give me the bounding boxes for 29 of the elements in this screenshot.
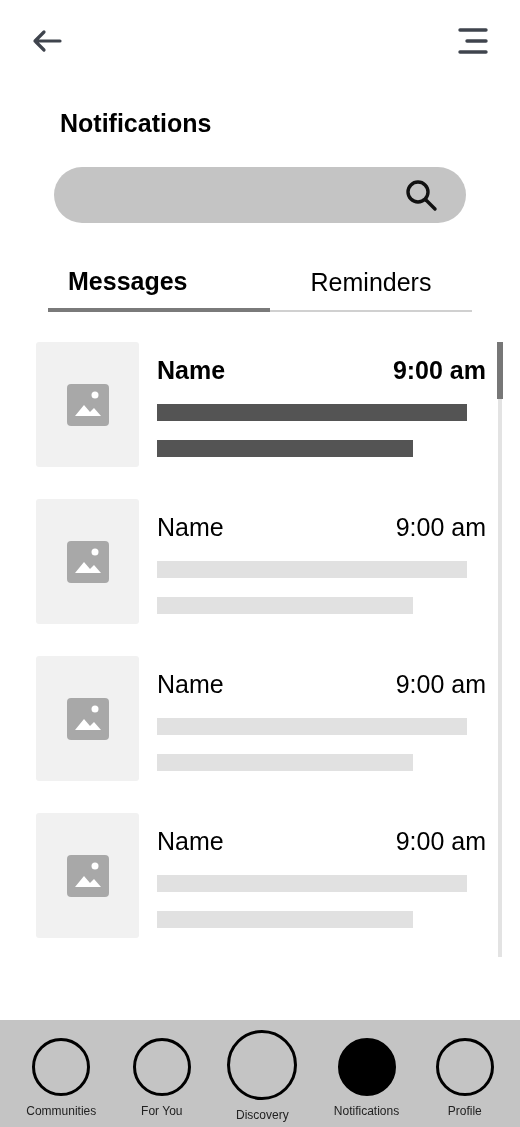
sender-name: Name <box>157 669 224 700</box>
scrollbar-thumb[interactable] <box>497 342 503 399</box>
message-item[interactable]: Name 9:00 am <box>36 342 490 467</box>
tab[interactable]: Messages <box>48 262 270 312</box>
message-time: 9:00 am <box>395 512 486 543</box>
sender-name: Name <box>157 826 224 857</box>
image-icon <box>66 540 109 583</box>
nav-tab[interactable]: Profile <box>435 1030 494 1120</box>
sender-name: Name <box>157 355 226 386</box>
message-time: 9:00 am <box>395 669 486 700</box>
message-item[interactable]: Name 9:00 am <box>36 813 490 938</box>
nav-tab[interactable]: For You <box>132 1030 191 1120</box>
message-time: 9:00 am <box>395 826 486 857</box>
back-arrow-icon <box>32 29 62 53</box>
image-icon <box>66 854 109 897</box>
menu-button[interactable] <box>456 26 490 56</box>
sender-name: Name <box>157 512 224 543</box>
page-title: Notifications <box>60 109 212 137</box>
tab[interactable]: Reminders <box>270 262 472 310</box>
message-item[interactable]: Name 9:00 am <box>36 499 490 624</box>
image-icon <box>66 697 109 740</box>
nav-tab[interactable]: Discovery <box>227 1030 298 1124</box>
message-item[interactable]: Name 9:00 am <box>36 656 490 781</box>
nav-tab[interactable]: Notifications <box>333 1030 400 1120</box>
image-icon <box>66 383 109 426</box>
nav-tab[interactable]: Communities <box>26 1030 97 1120</box>
search-icon <box>404 177 438 212</box>
message-time: 9:00 am <box>392 355 486 386</box>
menu-icon <box>458 28 488 54</box>
